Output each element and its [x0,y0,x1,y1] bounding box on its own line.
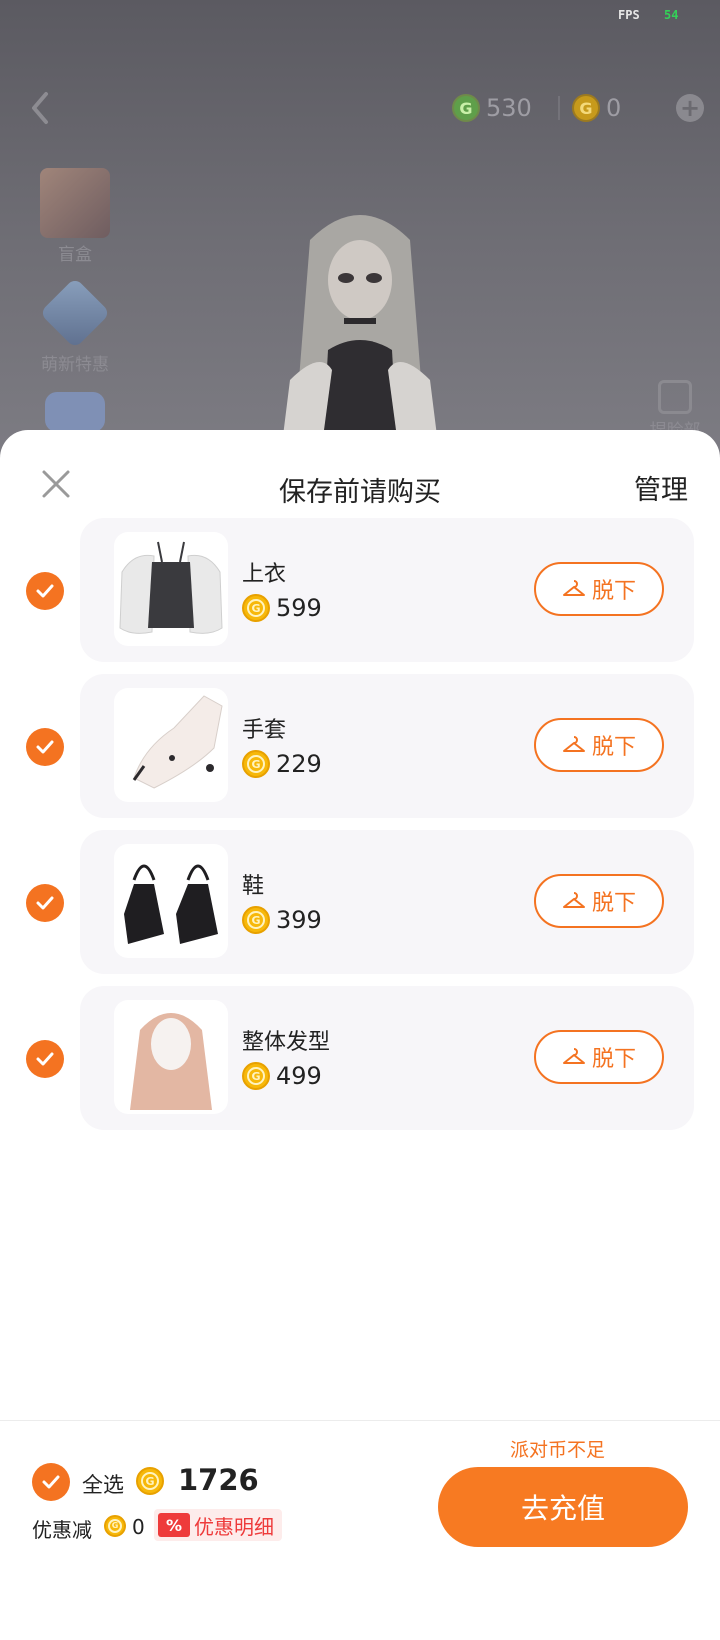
avatar-character [280,200,440,460]
discount-coin: G [104,1515,126,1537]
currency-divider [558,96,560,120]
item-card: 鞋 G 399 脱下 [80,830,694,974]
item-card: 整体发型 G 499 脱下 [80,986,694,1130]
select-all-checkbox[interactable] [32,1463,70,1501]
edit-icon [658,380,692,414]
item-thumbnail-hairstyle [114,1000,228,1114]
green-currency: G 530 [452,90,532,126]
sheet-title: 保存前请购买 [279,477,441,508]
item-name: 整体发型 [242,1030,331,1055]
item-price: G 599 [242,594,322,622]
item-price-value: 499 [276,1062,322,1090]
discount-value: 0 [132,1515,145,1539]
total-price: 1726 [178,1463,259,1497]
list-item: 手套 G 229 脱下 [0,674,720,818]
item-checkbox[interactable] [26,572,64,610]
item-price: G 399 [242,906,322,934]
item-name: 鞋 [242,874,265,899]
take-off-button[interactable]: 脱下 [534,562,664,616]
item-price-value: 399 [276,906,322,934]
discount-label: 优惠减 [32,1518,92,1542]
take-off-label: 脱下 [591,579,636,604]
plus-circle-icon[interactable]: + [676,94,704,122]
game-background: FPS 54 G 530 G 0 + 盲盒 萌新特惠 [0,0,720,460]
gold-coin-icon: G [136,1467,164,1495]
select-all-label[interactable]: 全选 [82,1469,124,1499]
fps-value: 54 [664,8,679,22]
take-off-label: 脱下 [591,735,636,760]
take-off-button[interactable]: 脱下 [534,718,664,772]
hanger-icon [562,736,585,752]
gold-coin-icon: G [104,1515,126,1537]
item-price-value: 599 [276,594,322,622]
item-thumbnail-gloves [114,688,228,802]
side-item-third[interactable] [30,392,120,432]
insufficient-notice: 派对币不足 [510,1439,606,1461]
gift-box-icon [40,168,110,238]
take-off-button[interactable]: 脱下 [534,1030,664,1084]
list-item: 上衣 G 599 脱下 [0,518,720,662]
gold-coin-icon: G [572,94,600,122]
item-checkbox[interactable] [26,1040,64,1078]
total-coin: G [136,1467,164,1495]
item-thumbnail-shoes [114,844,228,958]
item-card: 上衣 G 599 脱下 [80,518,694,662]
hanger-icon [562,580,585,596]
list-item: 整体发型 G 499 脱下 [0,986,720,1130]
checkout-footer: 派对币不足 全选 G 1726 优惠减 G 0 % 优惠明细 去充值 [0,1420,720,1640]
side-item-blind-box[interactable]: 盲盒 [30,168,120,265]
item-thumbnail-top [114,532,228,646]
discount-detail-button[interactable]: % 优惠明细 [154,1509,282,1541]
hanger-icon [562,892,585,908]
item-card: 手套 G 229 脱下 [80,674,694,818]
item-checkbox[interactable] [26,884,64,922]
gold-coin-icon: G [242,906,270,934]
item-price: G 229 [242,750,322,778]
gold-coin-icon: G [242,750,270,778]
side-item-label: 盲盒 [58,245,92,265]
item-name: 上衣 [242,562,287,587]
list-item: 鞋 G 399 脱下 [0,830,720,974]
recharge-button[interactable]: 去充值 [438,1467,688,1547]
manage-button[interactable]: 管理 [634,468,688,507]
item-price: G 499 [242,1062,322,1090]
package-icon [45,392,105,432]
gold-coin-icon: G [242,1062,270,1090]
back-icon[interactable] [24,88,56,128]
item-checkbox[interactable] [26,728,64,766]
gold-coin-icon: G [242,594,270,622]
take-off-button[interactable]: 脱下 [534,874,664,928]
gold-currency-value: 0 [606,94,622,122]
discount-detail-label: 优惠明细 [194,1514,274,1539]
take-off-label: 脱下 [591,891,636,916]
side-item-label: 萌新特惠 [41,355,109,375]
gold-currency: G 0 [572,90,621,126]
fps-label: FPS [618,8,640,22]
item-name: 手套 [242,718,287,743]
percent-badge-icon: % [158,1513,190,1537]
green-coin-icon: G [452,94,480,122]
take-off-label: 脱下 [591,1047,636,1072]
hanger-icon [562,1048,585,1064]
side-item-newbie-offer[interactable]: 萌新特惠 [30,277,120,375]
item-price-value: 229 [276,750,322,778]
newbie-offer-icon [39,277,111,349]
green-currency-value: 530 [486,94,532,122]
